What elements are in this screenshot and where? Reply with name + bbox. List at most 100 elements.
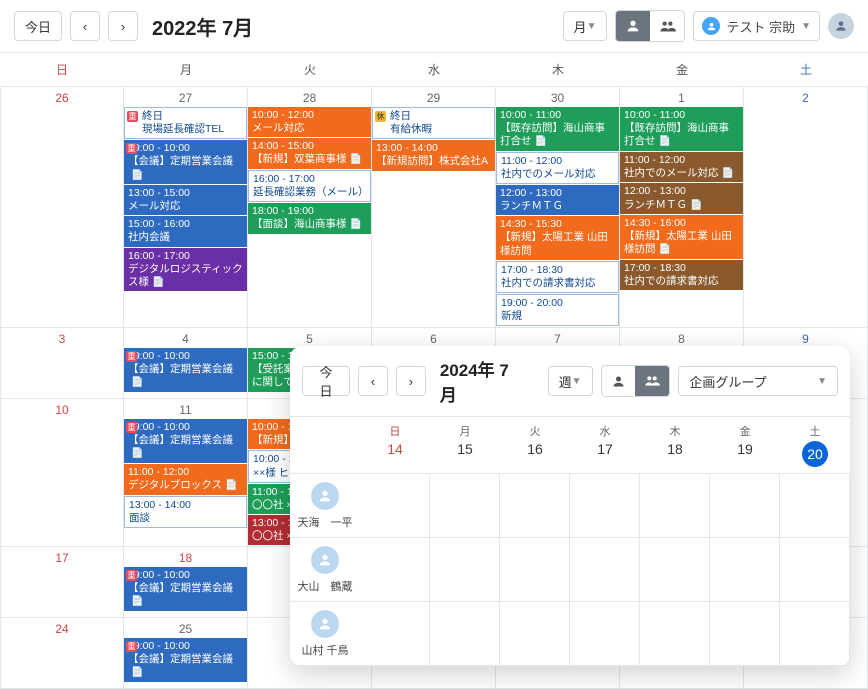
avatar-icon: [311, 482, 339, 510]
calendar-event[interactable]: 10:00 - 11:00【既存訪問】海山商事打合せ: [620, 107, 743, 151]
slot-cell[interactable]: [500, 538, 570, 601]
day-cell[interactable]: 25重09:00 - 10:00【会議】定期営業会議: [124, 618, 248, 688]
calendar-event[interactable]: 17:00 - 18:30社内での請求書対応: [496, 261, 619, 293]
week-day-col[interactable]: 日14: [360, 417, 430, 473]
view-selector[interactable]: 月 ▼: [563, 11, 608, 41]
slot-cell[interactable]: [430, 474, 500, 537]
user-side[interactable]: 山村 千鳥: [290, 602, 360, 665]
calendar-event[interactable]: 11:00 - 12:00デジタルブロックス: [124, 464, 247, 495]
slot-cell[interactable]: [430, 538, 500, 601]
day-cell[interactable]: 3: [0, 328, 124, 398]
slot-cell[interactable]: [780, 538, 850, 601]
event-tag: 重: [126, 351, 137, 362]
day-cell[interactable]: 27重終日現場延長確認TEL重09:00 - 10:00【会議】定期営業会議13…: [124, 87, 248, 327]
calendar-event[interactable]: 14:30 - 16:00【新規】太陽工業 山田様訪問: [620, 215, 743, 259]
single-person-icon[interactable]: [602, 366, 636, 396]
calendar-event[interactable]: 14:30 - 15:30【新規】太陽工業 山田様訪問: [496, 216, 619, 259]
today-button[interactable]: 今日: [14, 11, 62, 41]
day-cell[interactable]: 29休終日有給休暇13:00 - 14:00【新規訪問】株式会社A: [372, 87, 496, 327]
group-icon[interactable]: [635, 366, 669, 396]
day-cell[interactable]: 26: [0, 87, 124, 327]
calendar-event[interactable]: 13:00 - 14:00【新規訪問】株式会社A: [372, 140, 495, 170]
slot-cell[interactable]: [360, 538, 430, 601]
day-cell[interactable]: 4重09:00 - 10:00【会議】定期営業会議: [124, 328, 248, 398]
calendar-event[interactable]: 19:00 - 20:00新規: [496, 294, 619, 326]
prev-month-button[interactable]: ‹: [70, 11, 100, 41]
week-body: 天海 一平大山 鶴蔵山村 千鳥: [290, 474, 850, 666]
calendar-event[interactable]: 16:00 - 17:00デジタルロジスティックス様: [124, 248, 247, 292]
slot-cell[interactable]: [710, 602, 780, 665]
prev-week-button[interactable]: ‹: [358, 366, 388, 396]
slot-cell[interactable]: [710, 474, 780, 537]
calendar-event[interactable]: 13:00 - 15:00メール対応: [124, 185, 247, 215]
user-selector[interactable]: テスト 宗助 ▼: [693, 11, 820, 41]
slot-cell[interactable]: [360, 474, 430, 537]
dow-label: 日: [0, 53, 124, 86]
calendar-event[interactable]: 12:00 - 13:00ランチＭＴＧ: [620, 183, 743, 214]
slot-cell[interactable]: [360, 602, 430, 665]
calendar-event[interactable]: 重09:00 - 10:00【会議】定期営業会議: [124, 140, 247, 184]
avatar-icon: [702, 17, 720, 35]
week-day-col[interactable]: 月15: [430, 417, 500, 473]
slot-cell[interactable]: [780, 602, 850, 665]
calendar-event[interactable]: 14:00 - 15:00【新規】双葉商事様: [248, 138, 371, 169]
day-cell[interactable]: 10: [0, 399, 124, 546]
next-week-button[interactable]: ›: [396, 366, 426, 396]
calendar-event[interactable]: 重09:00 - 10:00【会議】定期営業会議: [124, 348, 247, 392]
week-day-col[interactable]: 木18: [640, 417, 710, 473]
day-cell[interactable]: 3010:00 - 11:00【既存訪問】海山商事打合せ11:00 - 12:0…: [496, 87, 620, 327]
calendar-event[interactable]: 13:00 - 14:00面談: [124, 496, 247, 528]
week-day-col[interactable]: 火16: [500, 417, 570, 473]
calendar-event[interactable]: 11:00 - 12:00社内でのメール対応: [620, 152, 743, 183]
calendar-event[interactable]: 休終日有給休暇: [372, 107, 495, 139]
day-cell[interactable]: 110:00 - 11:00【既存訪問】海山商事打合せ11:00 - 12:00…: [620, 87, 744, 327]
today-button[interactable]: 今日: [302, 366, 350, 396]
week-day-col[interactable]: 金19: [710, 417, 780, 473]
user-side[interactable]: 大山 鶴蔵: [290, 538, 360, 601]
slot-cell[interactable]: [570, 538, 640, 601]
group-selector[interactable]: 企画グループ ▼: [678, 366, 838, 396]
avatar-icon: [311, 610, 339, 638]
view-selector[interactable]: 週 ▼: [548, 366, 593, 396]
day-cell[interactable]: 24: [0, 618, 124, 688]
calendar-event[interactable]: 10:00 - 11:00【既存訪問】海山商事打合せ: [496, 107, 619, 151]
next-month-button[interactable]: ›: [108, 11, 138, 41]
group-icon[interactable]: [650, 11, 684, 41]
calendar-event[interactable]: 17:00 - 18:30社内での請求書対応: [620, 260, 743, 290]
week-day-col[interactable]: 水17: [570, 417, 640, 473]
month-toolbar: 今日 ‹ › 2022年 7月 月 ▼ テスト 宗助 ▼: [0, 0, 868, 52]
calendar-event[interactable]: 15:00 - 16:00社内会議: [124, 216, 247, 246]
slot-cell[interactable]: [430, 602, 500, 665]
user-side[interactable]: 天海 一平: [290, 474, 360, 537]
slot-cell[interactable]: [640, 474, 710, 537]
day-cell[interactable]: 17: [0, 547, 124, 617]
calendar-event[interactable]: 11:00 - 12:00社内でのメール対応: [496, 152, 619, 184]
slot-cell[interactable]: [640, 602, 710, 665]
calendar-event[interactable]: 重09:00 - 10:00【会議】定期営業会議: [124, 638, 247, 682]
slot-cell[interactable]: [500, 474, 570, 537]
single-person-icon[interactable]: [616, 11, 650, 41]
chevron-down-icon: ▼: [572, 376, 582, 387]
date-number: 16: [500, 439, 570, 463]
calendar-event[interactable]: 重09:00 - 10:00【会議】定期営業会議: [124, 419, 247, 463]
account-icon[interactable]: [828, 13, 854, 39]
week-day-col[interactable]: 土20: [780, 417, 850, 473]
slot-cell[interactable]: [640, 538, 710, 601]
calendar-event[interactable]: 16:00 - 17:00延長確認業務（メール）: [248, 170, 371, 202]
calendar-event[interactable]: 12:00 - 13:00ランチＭＴＧ: [496, 185, 619, 215]
slot-cell[interactable]: [710, 538, 780, 601]
slot-cell[interactable]: [780, 474, 850, 537]
slot-cell[interactable]: [570, 602, 640, 665]
calendar-event[interactable]: 10:00 - 12:00メール対応: [248, 107, 371, 137]
day-cell[interactable]: 11重09:00 - 10:00【会議】定期営業会議11:00 - 12:00デ…: [124, 399, 248, 546]
calendar-event[interactable]: 重終日現場延長確認TEL: [124, 107, 247, 139]
dow-label: 金: [710, 417, 780, 439]
day-cell[interactable]: 18重09:00 - 10:00【会議】定期営業会議: [124, 547, 248, 617]
calendar-event[interactable]: 重09:00 - 10:00【会議】定期営業会議: [124, 567, 247, 611]
user-name: テスト 宗助: [726, 17, 795, 36]
calendar-event[interactable]: 18:00 - 19:00【面談】海山商事様: [248, 203, 371, 234]
day-cell[interactable]: 2810:00 - 12:00メール対応14:00 - 15:00【新規】双葉商…: [248, 87, 372, 327]
slot-cell[interactable]: [500, 602, 570, 665]
slot-cell[interactable]: [570, 474, 640, 537]
day-cell[interactable]: 2: [744, 87, 868, 327]
